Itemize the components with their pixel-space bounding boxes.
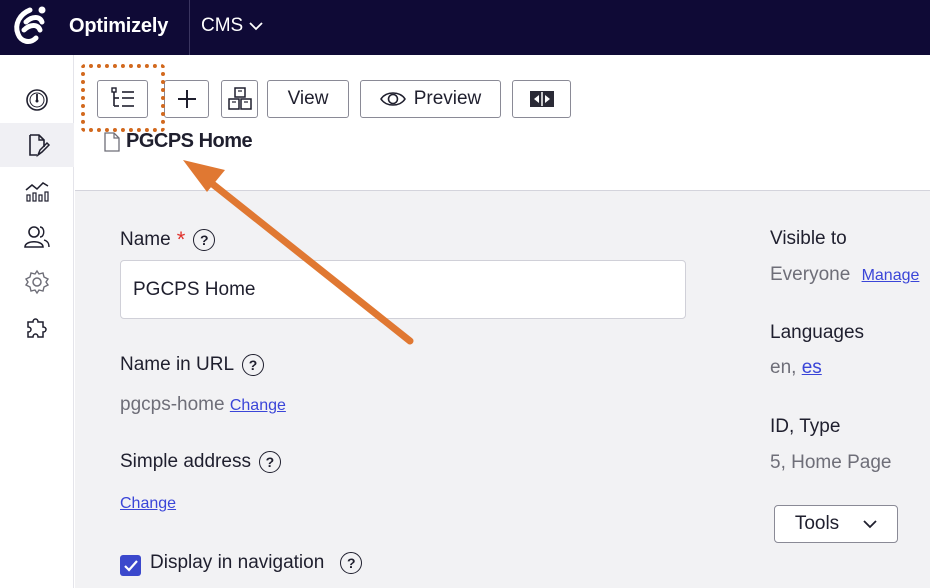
languages-row: en, es (770, 357, 822, 379)
id-type-label-text: ID, Type (770, 416, 841, 437)
left-nav (0, 55, 74, 588)
languages-label: Languages (770, 322, 864, 344)
product-switcher[interactable]: CMS (201, 15, 263, 37)
product-label: CMS (201, 15, 244, 36)
help-icon[interactable]: ? (258, 451, 281, 473)
edit-icon (29, 134, 51, 158)
chevron-down-icon (863, 520, 877, 529)
id-type-label: ID, Type (770, 416, 840, 438)
visible-to-value: Everyone (770, 264, 851, 285)
url-change-link[interactable]: Change (230, 397, 286, 414)
name-label-text: Name (120, 229, 171, 250)
visible-to-label-text: Visible to (770, 228, 847, 249)
top-bar: Optimizely CMS (0, 0, 930, 55)
help-icon[interactable]: ? (340, 552, 363, 574)
tools-dropdown[interactable]: Tools (774, 505, 898, 543)
page-title-text: PGCPS Home (126, 130, 253, 152)
optimizely-logo-icon[interactable] (0, 0, 60, 55)
url-value-row: pgcps-home Change (120, 394, 286, 416)
chevron-down-icon (249, 22, 263, 31)
users-icon (24, 226, 50, 248)
nav-addons[interactable] (0, 305, 74, 349)
settings-icon (24, 269, 50, 295)
assets-pane-button[interactable] (221, 80, 258, 118)
page-icon (104, 131, 120, 152)
nav-settings[interactable] (0, 260, 74, 304)
view-button[interactable]: View (267, 80, 349, 118)
nav-edit[interactable] (0, 123, 74, 167)
nav-dashboard[interactable] (0, 78, 74, 122)
id-type-value: 5, Home Page (770, 452, 892, 473)
brand-name: Optimizely (69, 15, 169, 37)
compare-button[interactable] (512, 80, 571, 118)
toolbar-area (75, 55, 930, 190)
add-content-button[interactable] (164, 80, 209, 118)
help-icon[interactable]: ? (193, 229, 216, 251)
manage-link[interactable]: Manage (862, 267, 920, 284)
url-label: Name in URL ? (120, 354, 265, 376)
preview-button-label: Preview (413, 88, 482, 109)
url-value: pgcps-home (120, 394, 225, 415)
required-marker: * (176, 227, 186, 252)
url-label-text: Name in URL (120, 354, 235, 375)
language-es-link[interactable]: es (802, 357, 822, 378)
display-in-navigation-text: Display in navigation (150, 552, 325, 573)
addons-icon (27, 318, 47, 338)
tools-label: Tools (794, 513, 840, 534)
visible-to-label: Visible to (770, 228, 847, 250)
view-button-label: View (287, 88, 329, 109)
languages-label-text: Languages (770, 322, 865, 343)
simple-address-label-text: Simple address (120, 451, 251, 472)
dashboard-icon (26, 89, 48, 111)
simple-address-label: Simple address ? (120, 451, 281, 473)
plus-icon (177, 90, 196, 108)
name-input[interactable] (120, 260, 686, 319)
compare-icon (529, 91, 554, 107)
display-in-navigation-checkbox[interactable] (120, 555, 141, 576)
nav-users[interactable] (0, 214, 74, 258)
name-label: Name * ? (120, 227, 216, 253)
simple-address-row: Change (120, 492, 176, 514)
checkmark-icon (123, 559, 138, 572)
annotation-highlight (81, 64, 165, 132)
display-in-navigation-label: Display in navigation ? (150, 552, 363, 574)
visible-to-row: Everyone Manage (770, 264, 919, 286)
simple-address-change-link[interactable]: Change (120, 495, 176, 512)
topbar-divider (189, 0, 190, 55)
nav-analytics[interactable] (0, 169, 74, 213)
blocks-icon (227, 87, 252, 110)
language-en: en, (770, 357, 797, 378)
page-title: PGCPS Home (104, 130, 253, 153)
preview-button[interactable]: Preview (360, 80, 501, 118)
help-icon[interactable]: ? (242, 354, 265, 376)
eye-icon (379, 92, 406, 106)
analytics-icon (25, 182, 49, 202)
